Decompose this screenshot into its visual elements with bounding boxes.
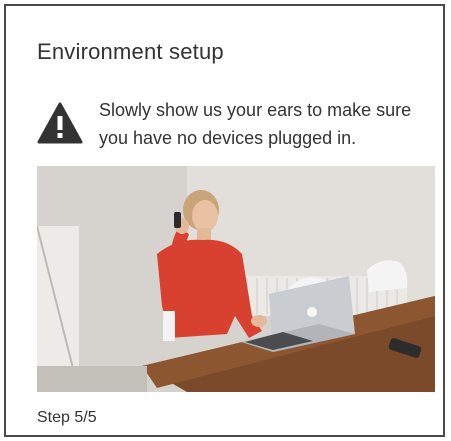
warning-text: Slowly show us your ears to make sure yo…	[99, 100, 412, 148]
warning-message: Slowly show us your ears to make sure yo…	[37, 96, 433, 156]
environment-setup-card: Environment setup Slowly show us your ea…	[4, 4, 445, 437]
webcam-preview	[37, 166, 435, 392]
warning-triangle-icon	[37, 102, 83, 144]
step-indicator: Step 5/5	[37, 409, 97, 426]
webcam-frame-image	[37, 166, 435, 392]
card-title: Environment setup	[37, 39, 224, 64]
